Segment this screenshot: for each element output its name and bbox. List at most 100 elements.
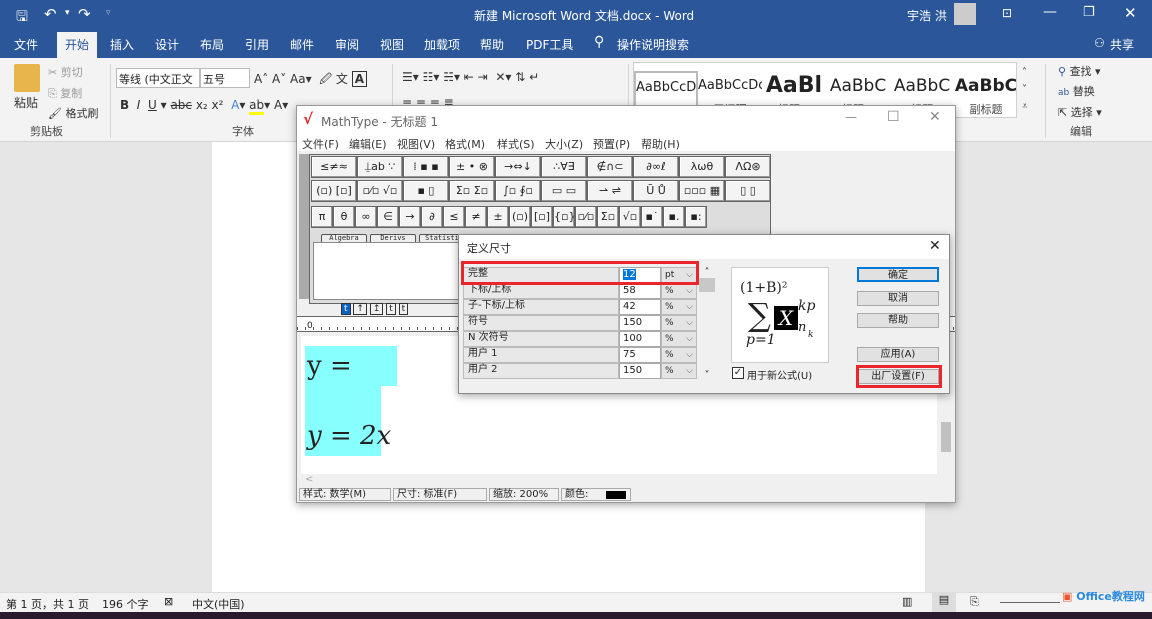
restore-icon[interactable]: ❐ (1083, 5, 1095, 20)
mt-minimize-icon[interactable]: — (845, 110, 857, 124)
size-unit-select[interactable]: % (661, 315, 697, 331)
tab-layout[interactable]: 布局 (200, 36, 224, 53)
menu-style[interactable]: 样式(S) (497, 136, 535, 152)
tab-addins[interactable]: 加载项 (424, 36, 460, 53)
palette-button[interactable]: ∂∞ℓ (633, 156, 679, 178)
palette-button[interactable]: ∈ (377, 206, 399, 228)
tab-references[interactable]: 引用 (245, 36, 269, 53)
palette-button[interactable]: Σ▫ Σ▫ (449, 180, 495, 202)
size-value-input[interactable]: 75 (619, 347, 661, 363)
close-icon[interactable]: ✕ (1124, 4, 1137, 22)
undo-dropdown-icon[interactable]: ▾ (65, 8, 70, 18)
scroll-down-icon[interactable]: ˅ (699, 370, 715, 381)
style-subtitle[interactable]: AaBbC副标题 (954, 71, 1018, 121)
palette-button[interactable]: ⁞ ▪ ▪ (403, 156, 449, 178)
equation-2[interactable]: y = 2x (307, 418, 391, 454)
proofing-icon[interactable]: ⊠ (164, 595, 173, 608)
scroll-up-icon[interactable]: ˄ (699, 267, 715, 278)
tab-design[interactable]: 设计 (155, 36, 179, 53)
apply-button[interactable]: 应用(A) (857, 347, 939, 362)
copy-button[interactable]: ⎘ 复制 (48, 85, 82, 101)
size-unit-select[interactable]: % (661, 331, 697, 347)
font-size-buttons[interactable]: A˄ A˅ Aa▾ 🖉 文 A (254, 70, 367, 91)
palette-button[interactable]: →⇔↓ (495, 156, 541, 178)
palette-button[interactable]: θ (333, 206, 355, 228)
user-name[interactable]: 宇浩 洪 (907, 7, 947, 24)
paste-button[interactable]: 粘贴 (14, 94, 38, 111)
menu-format[interactable]: 格式(M) (445, 136, 485, 152)
palette-button[interactable]: ▫▫▫ ▦ (679, 180, 725, 202)
dialog-close-icon[interactable]: ✕ (929, 238, 941, 254)
ok-button[interactable]: 确定 (857, 267, 939, 282)
palette-button[interactable]: ▪. (663, 206, 685, 228)
palette-button[interactable]: π (311, 206, 333, 228)
undo-icon[interactable]: ↶ (44, 5, 57, 23)
palette-button[interactable]: ± (487, 206, 509, 228)
palette-button[interactable]: (▫) [▫] (311, 180, 357, 202)
menu-file[interactable]: 文件(F) (302, 136, 339, 152)
print-layout-icon[interactable]: ▤ (932, 593, 956, 612)
palette-button[interactable]: ΛΩ⊛ (725, 156, 771, 178)
palette-button[interactable]: ∴∀∃ (541, 156, 587, 178)
format-painter-button[interactable]: 🖌 格式刷 (48, 105, 98, 121)
word-count[interactable]: 196 个字 (102, 596, 149, 612)
equation-1[interactable]: y = √x² (305, 346, 397, 386)
palette-button[interactable]: Ū Ů (633, 180, 679, 202)
palette-button[interactable]: → (399, 206, 421, 228)
zoom-slider[interactable] (1000, 602, 1060, 603)
palette-button[interactable]: [▫] (531, 206, 553, 228)
size-value-input[interactable]: 58 (619, 283, 661, 299)
mt-maximize-icon[interactable]: ☐ (887, 109, 900, 125)
size-value-input[interactable]: 150 (619, 363, 661, 379)
menu-view[interactable]: 视图(V) (397, 136, 435, 152)
palette-button[interactable]: ∂ (421, 206, 443, 228)
size-unit-select[interactable]: % (661, 347, 697, 363)
tab-help[interactable]: 帮助 (480, 36, 504, 53)
web-layout-icon[interactable]: ⎘ (970, 595, 979, 609)
menu-edit[interactable]: 编辑(E) (349, 136, 387, 152)
palette-button[interactable]: ∫▫ ∮▫ (495, 180, 541, 202)
palette-button[interactable]: λωθ (679, 156, 725, 178)
size-table-scrollbar[interactable]: ˄˅ (699, 267, 715, 381)
menu-size[interactable]: 大小(Z) (545, 136, 583, 152)
size-unit-select[interactable]: % (661, 283, 697, 299)
size-unit-select[interactable]: % (661, 299, 697, 315)
palette-button[interactable]: ▪: (685, 206, 707, 228)
cancel-button[interactable]: 取消 (857, 291, 939, 306)
palette-button[interactable]: ⍊ab ∵ (357, 156, 403, 178)
save-icon[interactable]: 🖫 (16, 6, 28, 30)
palette-button[interactable]: √▫ (619, 206, 641, 228)
palette-button[interactable]: (▫) (509, 206, 531, 228)
cut-button[interactable]: ✂ 剪切 (48, 64, 83, 80)
ribbon-display-icon[interactable]: ⊡ (1002, 6, 1012, 20)
use-for-new-equations-checkbox[interactable]: ✓ (732, 367, 744, 379)
page-count[interactable]: 第 1 页，共 1 页 (6, 596, 89, 612)
palette-button[interactable]: ∉∩⊂ (587, 156, 633, 178)
menu-help[interactable]: 帮助(H) (641, 136, 680, 152)
palette-button[interactable]: ▫⁄▫ √▫ (357, 180, 403, 202)
mt-close-icon[interactable]: ✕ (929, 109, 941, 125)
palette-button[interactable]: ≠ (465, 206, 487, 228)
size-value-input[interactable]: 100 (619, 331, 661, 347)
font-format-buttons[interactable]: B I U ▾ abc x₂ x² A▾ ab▾ A▾ (120, 98, 288, 112)
size-value-input[interactable]: 42 (619, 299, 661, 315)
read-mode-icon[interactable]: ▥ (902, 595, 912, 608)
tab-file[interactable]: 文件 (14, 36, 38, 53)
tab-home[interactable]: 开始 (57, 32, 97, 58)
toolbar-handle[interactable] (299, 154, 309, 299)
font-size-select[interactable]: 五号 (200, 68, 250, 88)
palette-button[interactable]: ▯ ▯ (725, 180, 771, 202)
tab-insert[interactable]: 插入 (110, 36, 134, 53)
help-button[interactable]: 帮助 (857, 313, 939, 328)
palette-button[interactable]: {▫} (553, 206, 575, 228)
tab-view[interactable]: 视图 (380, 36, 404, 53)
share-button[interactable]: 共享 (1110, 36, 1134, 53)
palette-button[interactable]: ▫⁄▫ (575, 206, 597, 228)
minimize-icon[interactable]: — (1043, 4, 1057, 20)
palette-button[interactable]: Σ▫ (597, 206, 619, 228)
palette-button[interactable]: ▪˙ (641, 206, 663, 228)
nudge-buttons[interactable]: t ↑ ↥ t t (341, 304, 408, 314)
palette-button[interactable]: ± • ⊗ (449, 156, 495, 178)
palette-button[interactable]: ≤≠≈ (311, 156, 357, 178)
avatar[interactable] (954, 3, 976, 25)
